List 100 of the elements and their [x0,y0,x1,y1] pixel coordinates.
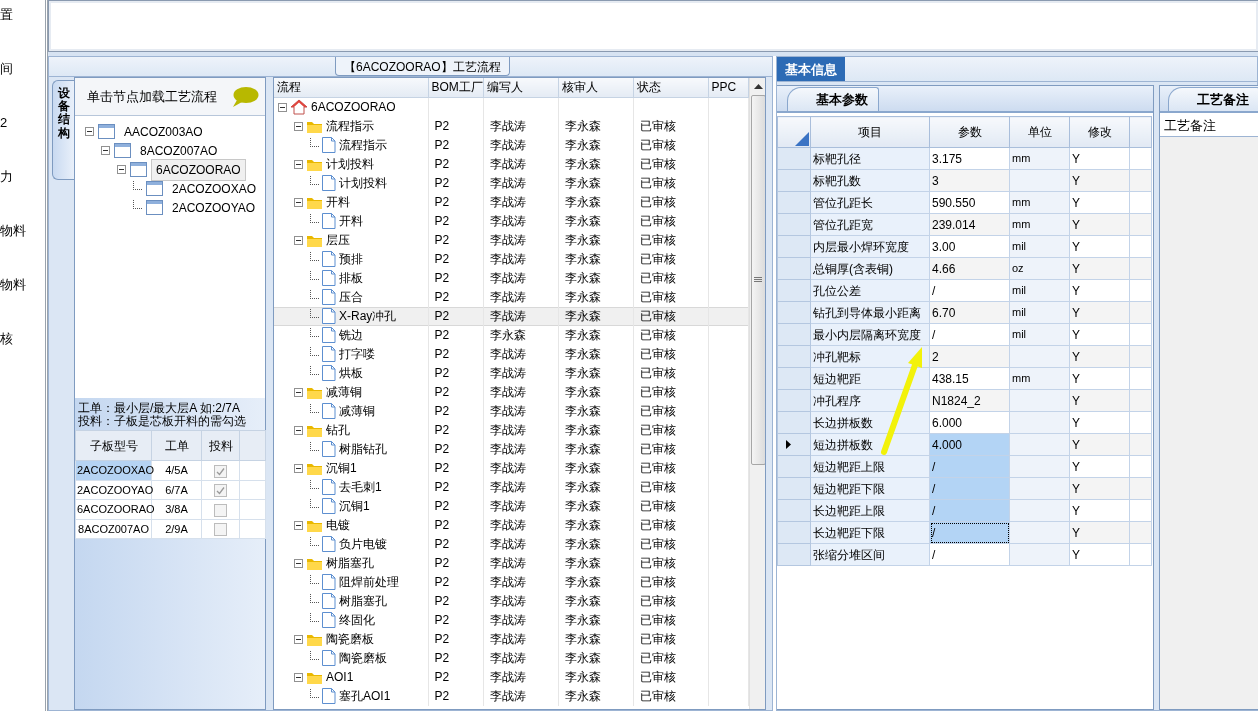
step-name[interactable]: 沉铜1 [326,459,357,477]
collapse-icon[interactable] [294,159,303,169]
table-row[interactable]: 去毛刺1 P2 李战涛 李永森 已审核 [274,477,748,497]
checkbox[interactable] [214,464,227,478]
step-name[interactable]: 计划投料 [339,174,387,192]
step-name[interactable]: 开料 [339,212,363,230]
collapse-icon[interactable] [278,102,287,112]
tab[interactable]: 基本信息 [777,57,845,81]
step-name[interactable]: 层压 [326,231,350,249]
table-cell[interactable]: / [929,279,1010,302]
collapse-icon[interactable] [294,520,303,530]
table-row[interactable]: 烘板 P2 李战涛 李永森 已审核 [274,363,748,383]
column-header[interactable]: BOM工厂 [428,78,483,97]
collapse-icon[interactable] [294,634,303,644]
step-name[interactable]: 减薄铜 [326,383,362,401]
menu-item[interactable]: 间 [0,60,13,78]
table-row[interactable]: X-Ray冲孔 P2 李战涛 李永森 已审核 [274,306,748,326]
table-cell[interactable]: 2ACOZOOYAO [75,480,152,500]
column-header[interactable]: 工单 [151,430,202,461]
table-row[interactable]: 开料 P2 李战涛 李永森 已审核 [274,211,748,231]
menu-item[interactable]: 核 [0,330,13,348]
table-row[interactable]: 沉铜1 P2 李战涛 李永森 已审核 [274,458,748,478]
step-name[interactable]: 树脂塞孔 [326,554,374,572]
table-row[interactable]: 层压 P2 李战涛 李永森 已审核 [274,230,748,250]
column-header[interactable]: 编写人 [483,78,558,97]
table-cell[interactable]: 2ACOZOOXAO [75,460,152,480]
tree-node[interactable]: 6ACOZOORAO [151,158,246,181]
table-row[interactable]: 树脂塞孔 P2 李战涛 李永森 已审核 [274,591,748,611]
column-header[interactable]: 核审人 [558,78,633,97]
table-row[interactable]: 电镀 P2 李战涛 李永森 已审核 [274,515,748,535]
collapse-icon[interactable] [294,463,303,473]
column-header[interactable]: 单位 [1009,116,1070,148]
step-name[interactable]: 终固化 [339,611,375,629]
table-cell[interactable]: 6.000 [929,411,1010,434]
step-name[interactable]: 去毛刺1 [339,478,382,496]
collapse-icon[interactable] [294,121,303,131]
column-header[interactable]: 状态 [633,78,708,97]
step-name[interactable]: 电镀 [326,516,350,534]
table-cell[interactable]: 3.00 [929,235,1010,258]
table-row[interactable]: 负片电镀 P2 李战涛 李永森 已审核 [274,534,748,554]
step-name[interactable]: 烘板 [339,364,363,382]
step-name[interactable]: 6ACOZOORAO [311,98,396,116]
table-cell[interactable]: / [929,543,1010,566]
step-name[interactable]: 陶瓷磨板 [339,649,387,667]
collapse-icon[interactable] [117,165,126,174]
checkbox[interactable] [214,503,227,517]
step-name[interactable]: 陶瓷磨板 [326,630,374,648]
tab[interactable]: 基本参数 [787,86,879,111]
menu-item[interactable]: 力 [0,168,13,186]
table-row[interactable]: 终固化 P2 李战涛 李永森 已审核 [274,610,748,630]
table-row[interactable]: 打字喽 P2 李战涛 李永森 已审核 [274,344,748,364]
table-row[interactable]: 钻孔 P2 李战涛 李永森 已审核 [274,420,748,440]
step-name[interactable]: AOI1 [326,668,354,686]
step-name[interactable]: 树脂塞孔 [339,592,387,610]
step-name[interactable]: 排板 [339,269,363,287]
menu-item[interactable]: 物料 [0,276,26,294]
table-row[interactable]: 铣边 P2 李永森 李永森 已审核 [274,325,748,345]
table-row[interactable]: 预排 P2 李战涛 李永森 已审核 [274,249,748,269]
table-row[interactable]: 开料 P2 李战涛 李永森 已审核 [274,192,748,212]
step-name[interactable]: 流程指示 [339,136,387,154]
table-cell[interactable]: 438.15 [929,367,1010,390]
menu-item[interactable]: 2 [0,114,8,132]
table-row[interactable]: 树脂钻孔 P2 李战涛 李永森 已审核 [274,439,748,459]
table-row[interactable]: 6ACOZOORAO [274,97,748,117]
collapse-icon[interactable] [294,387,303,397]
menu-item[interactable]: 置 [0,6,13,24]
collapse-icon[interactable] [294,235,303,245]
table-row[interactable]: 阻焊前处理 P2 李战涛 李永森 已审核 [274,572,748,592]
step-name[interactable]: 减薄铜 [339,402,375,420]
table-cell[interactable]: 3.175 [929,147,1010,170]
table-cell[interactable]: 590.550 [929,191,1010,214]
scrollbar-thumb[interactable] [750,95,765,465]
collapse-icon[interactable] [294,197,303,207]
table-row[interactable]: 计划投料 P2 李战涛 李永森 已审核 [274,173,748,193]
column-header[interactable]: 参数 [929,116,1010,148]
step-name[interactable]: 开料 [326,193,350,211]
column-header[interactable]: 项目 [810,116,930,148]
column-header[interactable]: 流程 [274,78,428,97]
table-cell[interactable]: 6ACOZOORAO [75,499,152,519]
row-header[interactable] [777,433,811,456]
table-row[interactable]: 排板 P2 李战涛 李永森 已审核 [274,268,748,288]
checkbox[interactable] [214,484,227,498]
collapse-icon[interactable] [85,127,94,136]
step-name[interactable]: 树脂钻孔 [339,440,387,458]
step-name[interactable]: 钻孔 [326,421,350,439]
column-header[interactable]: PPC [708,78,748,97]
step-name[interactable]: 铣边 [339,326,363,344]
table-row[interactable]: 减薄铜 P2 李战涛 李永森 已审核 [274,382,748,402]
step-name[interactable]: 沉铜1 [339,497,370,515]
column-header[interactable]: 子板型号 [75,430,152,461]
table-row[interactable]: 流程指示 P2 李战涛 李永森 已审核 [274,116,748,136]
table-cell[interactable]: 8ACOZ007AO [75,519,152,539]
table-row[interactable]: 计划投料 P2 李战涛 李永森 已审核 [274,154,748,174]
table-row[interactable]: 减薄铜 P2 李战涛 李永森 已审核 [274,401,748,421]
table-cell[interactable]: / [929,323,1010,346]
step-name[interactable]: 阻焊前处理 [339,573,399,591]
step-name[interactable]: 计划投料 [326,155,374,173]
table-row[interactable]: 树脂塞孔 P2 李战涛 李永森 已审核 [274,553,748,573]
table-row[interactable]: 压合 P2 李战涛 李永森 已审核 [274,287,748,307]
table-row[interactable]: 塞孔AOI1 P2 李战涛 李永森 已审核 [274,686,748,706]
